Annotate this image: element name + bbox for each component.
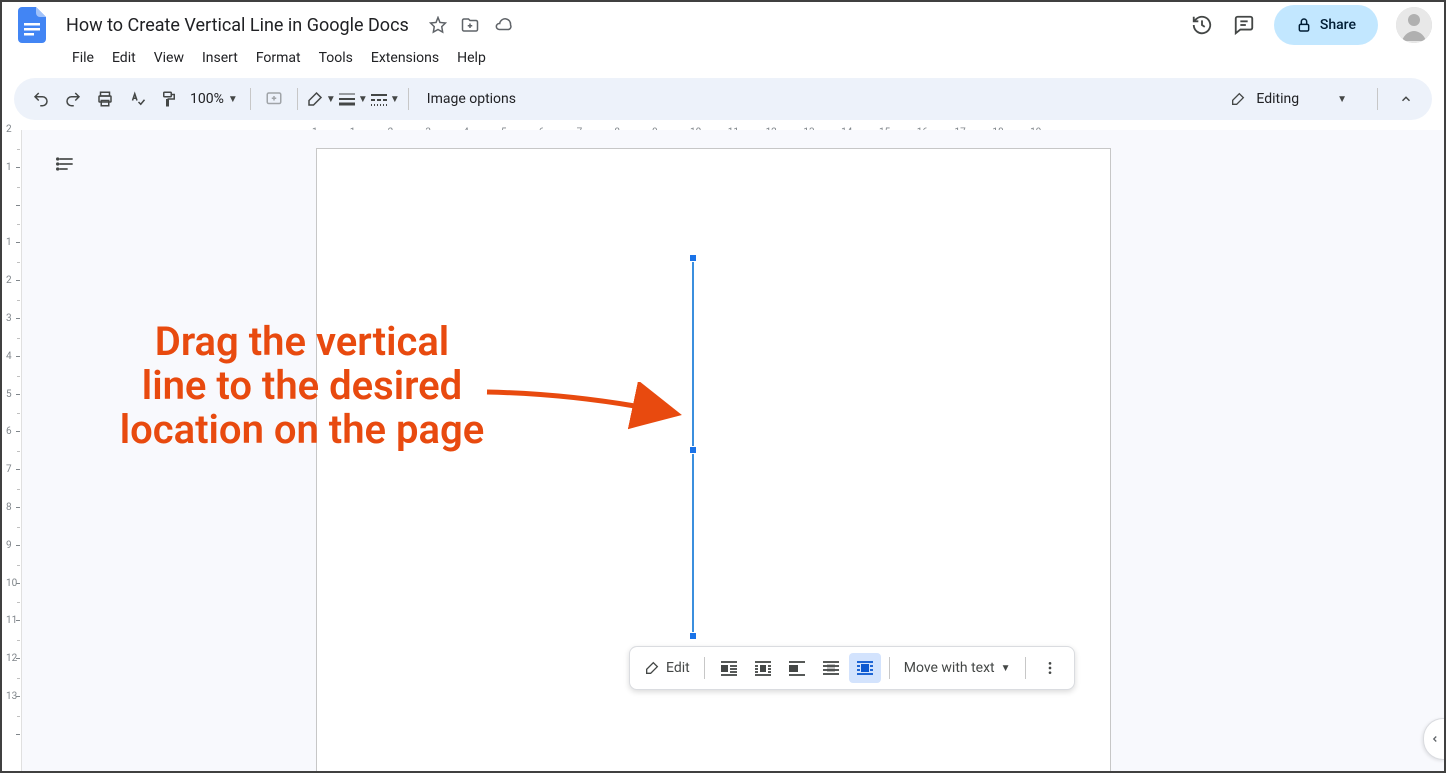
menu-insert[interactable]: Insert [194,46,246,70]
share-label: Share [1320,17,1356,33]
border-weight-button[interactable]: ▼ [338,84,368,114]
chevron-down-icon: ▼ [228,94,238,105]
move-icon[interactable] [461,16,479,34]
spellcheck-button[interactable] [122,84,152,114]
pencil-icon [1230,91,1246,107]
document-title[interactable]: How to Create Vertical Line in Google Do… [60,13,415,38]
pencil-icon [644,660,660,676]
add-comment-button[interactable] [259,84,289,114]
star-icon[interactable] [429,16,447,34]
image-context-toolbar: Edit Move with text ▼ [629,646,1075,690]
behind-text-button[interactable] [815,653,847,683]
document-canvas[interactable]: Drag the vertical line to the desired lo… [22,130,1444,771]
wrap-inline-button[interactable] [713,653,745,683]
docs-logo-icon[interactable] [14,7,50,43]
show-outline-button[interactable] [50,148,82,180]
lock-icon [1296,17,1312,33]
resize-handle-bottom[interactable] [689,632,697,640]
menu-view[interactable]: View [146,46,192,70]
vertical-ruler[interactable]: 2112345678910111213 [2,130,22,771]
chevron-down-icon: ▼ [1337,94,1347,105]
border-dash-button[interactable]: ▼ [370,84,400,114]
editing-mode-button[interactable]: Editing ▼ [1214,91,1363,107]
chevron-down-icon: ▼ [1001,663,1011,674]
edit-button[interactable]: Edit [638,653,696,683]
cloud-status-icon[interactable] [493,16,513,34]
chevron-down-icon: ▼ [326,94,336,105]
chevron-down-icon: ▼ [390,94,400,105]
menu-format[interactable]: Format [248,46,309,70]
move-with-text-button[interactable]: Move with text ▼ [898,653,1017,683]
menu-extensions[interactable]: Extensions [363,46,447,70]
undo-button[interactable] [26,84,56,114]
front-text-button[interactable] [849,653,881,683]
comments-icon[interactable] [1232,13,1256,37]
redo-button[interactable] [58,84,88,114]
hide-menus-button[interactable] [1392,85,1420,113]
print-button[interactable] [90,84,120,114]
zoom-select[interactable]: 100%▼ [186,91,242,107]
menu-help[interactable]: Help [449,46,494,70]
share-button[interactable]: Share [1274,5,1378,45]
resize-handle-top[interactable] [689,254,697,262]
chevron-down-icon: ▼ [358,94,368,105]
wrap-text-button[interactable] [747,653,779,683]
toolbar: 100%▼ ▼ ▼ ▼ Image options Editing ▼ [14,78,1432,120]
menu-edit[interactable]: Edit [104,46,144,70]
annotation-arrow-icon [482,382,692,442]
break-text-button[interactable] [781,653,813,683]
history-icon[interactable] [1190,13,1214,37]
show-side-panel-button[interactable] [1423,718,1444,760]
more-options-button[interactable] [1034,653,1066,683]
resize-handle-middle[interactable] [689,446,697,454]
border-color-button[interactable]: ▼ [306,84,336,114]
account-avatar[interactable] [1396,7,1432,43]
annotation-text: Drag the vertical line to the desired lo… [102,320,502,452]
image-options-button[interactable]: Image options [417,91,526,107]
menu-tools[interactable]: Tools [311,46,361,70]
menu-file[interactable]: File [64,46,102,70]
paint-format-button[interactable] [154,84,184,114]
menu-bar: File Edit View Insert Format Tools Exten… [2,42,1444,74]
